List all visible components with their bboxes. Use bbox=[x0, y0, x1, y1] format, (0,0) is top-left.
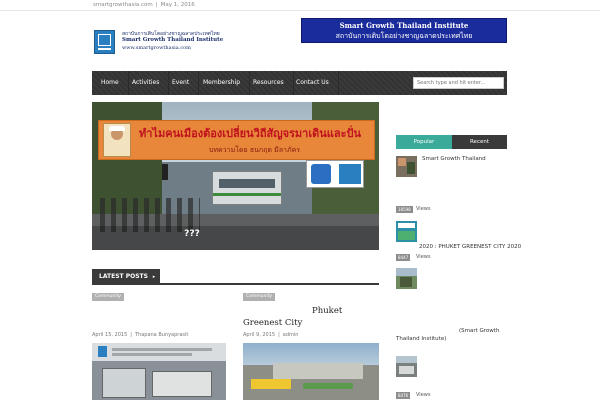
logo-english-name: Smart Growth Thailand Institute bbox=[122, 37, 224, 43]
popular-item-views-count: 18598 bbox=[396, 206, 413, 213]
latest-posts-header: LATEST POSTS ▸ bbox=[92, 269, 379, 285]
post-meta: April 15, 2015 | Thapana Bunyaprasit bbox=[92, 332, 189, 338]
latest-posts-label[interactable]: LATEST POSTS bbox=[92, 269, 155, 285]
nav-membership[interactable]: Membership bbox=[194, 71, 251, 95]
banner-thai-title: สถาบันการเติบโตอย่างชาญฉลาดประเทศไทย bbox=[335, 32, 473, 40]
post-category-badge[interactable]: Community bbox=[243, 293, 276, 301]
post-author[interactable]: admin bbox=[283, 332, 299, 338]
post-category-badge[interactable]: Community bbox=[92, 293, 125, 301]
post-title-line1[interactable]: Phuket bbox=[312, 306, 342, 316]
popular-item-title-part[interactable]: Thailand Institute) bbox=[396, 336, 446, 342]
popular-item-title-part[interactable]: (Smart Growth bbox=[459, 328, 499, 334]
popular-item-views-count: 8447 bbox=[396, 254, 411, 261]
nav-contact-us[interactable]: Contact Us bbox=[287, 71, 339, 95]
popular-item-views-label: Views bbox=[416, 254, 431, 260]
top-bar-info: smartgrowthasia.com | May 1, 2016 bbox=[93, 2, 195, 8]
tab-recent[interactable]: Recent bbox=[452, 135, 507, 149]
popular-item-views-label: Views bbox=[416, 392, 431, 398]
logo-url: www.smartgrowthasia.com bbox=[122, 45, 191, 51]
popular-item-thumbnail[interactable] bbox=[396, 156, 417, 177]
popular-item-title[interactable]: 2020 : PHUKET GREENEST CITY 2020 bbox=[419, 244, 521, 250]
post-title-line2[interactable]: Greenest City bbox=[243, 318, 302, 328]
post-thumbnail[interactable] bbox=[92, 343, 226, 400]
traffic-light bbox=[162, 164, 168, 180]
popular-item-views-label: Views bbox=[416, 206, 431, 212]
header-banner[interactable]: Smart Growth Thailand Institute สถาบันกา… bbox=[301, 18, 507, 43]
post-thumbnail[interactable] bbox=[243, 343, 379, 400]
hero-byline: บทความโดย ธนกฤต มีลาภัคร bbox=[209, 146, 301, 154]
site-domain[interactable]: smartgrowthasia.com bbox=[93, 2, 153, 8]
hero-caption[interactable]: ??? bbox=[92, 229, 292, 239]
hero-title-panel: ทำไมคนเมืองต้องเปลี่ยนวิถีสัญจรมาเดินและ… bbox=[98, 120, 375, 160]
popular-item-thumbnail[interactable] bbox=[396, 221, 417, 242]
tab-popular[interactable]: Popular bbox=[396, 135, 452, 149]
post-date: April 15, 2015 bbox=[92, 332, 128, 338]
popular-item-views-count: 8476 bbox=[396, 392, 411, 399]
search-input[interactable] bbox=[413, 77, 504, 89]
hero-partner-logos bbox=[306, 160, 364, 188]
author-avatar bbox=[103, 123, 131, 157]
site-logo[interactable]: สถาบันการเติบโตอย่างชาญฉลาดประเทศไทย Sma… bbox=[94, 29, 264, 59]
post-date: April 9, 2015 bbox=[243, 332, 276, 338]
popular-item-thumbnail[interactable] bbox=[396, 356, 417, 377]
hero-headline: ทำไมคนเมืองต้องเปลี่ยนวิถีสัญจรมาเดินและ… bbox=[139, 127, 362, 140]
caret-right-icon: ▸ bbox=[148, 269, 160, 285]
top-bar: smartgrowthasia.com | May 1, 2016 bbox=[0, 0, 600, 11]
logo-icon bbox=[94, 30, 115, 54]
current-date: May 1, 2016 bbox=[160, 2, 195, 8]
post-meta: April 9, 2015 | admin bbox=[243, 332, 299, 338]
banner-english-title: Smart Growth Thailand Institute bbox=[339, 21, 469, 30]
popular-recent-tabs: Popular Recent bbox=[396, 135, 507, 149]
popular-item-thumbnail[interactable] bbox=[396, 268, 417, 289]
post-author[interactable]: Thapana Bunyaprasit bbox=[135, 332, 188, 338]
popular-item-title[interactable]: Smart Growth Thailand bbox=[422, 156, 486, 162]
hero-tram bbox=[212, 171, 282, 205]
